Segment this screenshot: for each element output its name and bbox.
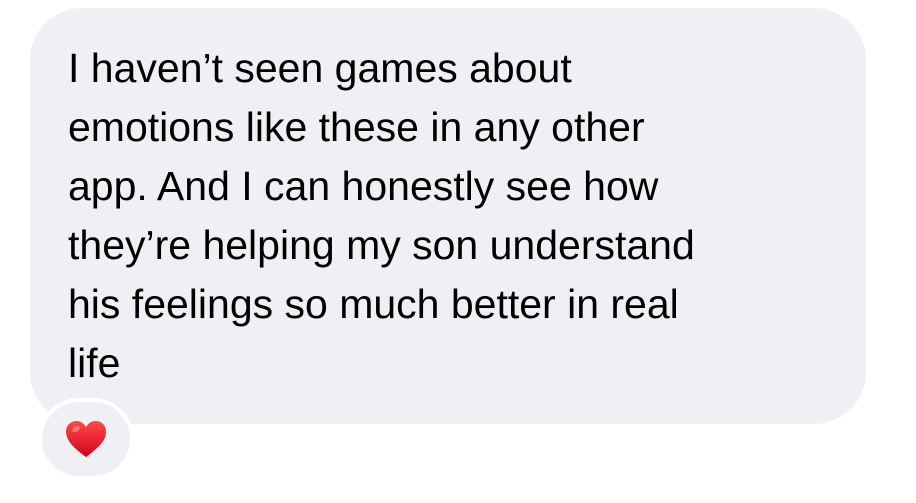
message-line: I haven’t seen games about bbox=[68, 45, 572, 91]
message-line: app. And I can honestly see how bbox=[68, 163, 659, 209]
heart-reaction-badge[interactable] bbox=[38, 398, 134, 480]
received-message-bubble[interactable]: I haven’t seen games about emotions like… bbox=[30, 8, 866, 424]
message-line: they’re helping my son understand bbox=[68, 222, 695, 268]
message-line: life bbox=[68, 340, 121, 386]
message-text: I haven’t seen games about emotions like… bbox=[68, 39, 846, 393]
red-heart-icon bbox=[66, 421, 106, 457]
message-line: emotions like these in any other bbox=[68, 104, 645, 150]
message-line: his feelings so much better in real bbox=[68, 281, 679, 327]
message-view: I haven’t seen games about emotions like… bbox=[0, 0, 916, 503]
